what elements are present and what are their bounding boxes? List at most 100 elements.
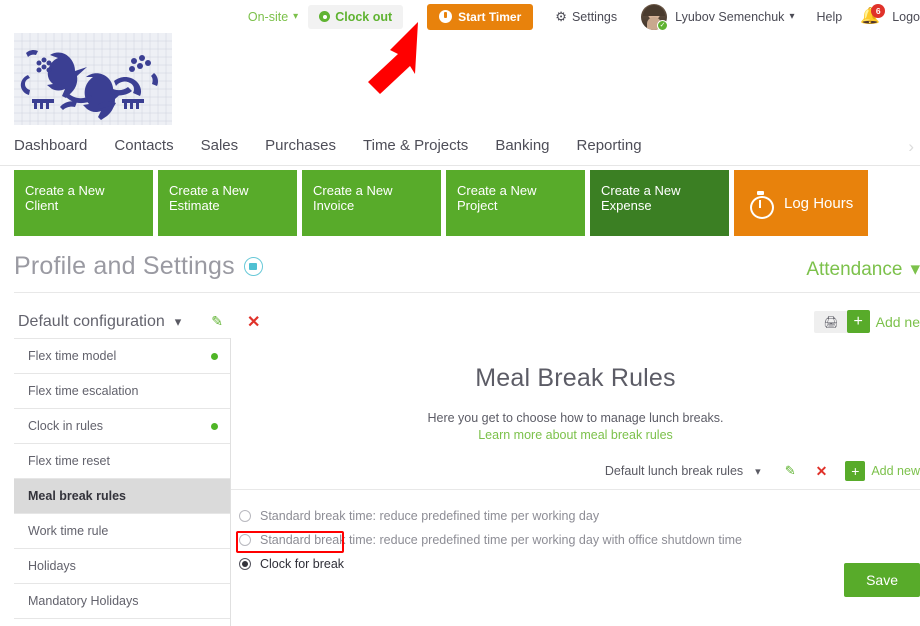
- option-label: Standard break time: reduce predefined t…: [260, 508, 600, 523]
- sidebar-item-label: Flex time model: [28, 349, 117, 363]
- nav-item-banking[interactable]: Banking: [495, 137, 549, 154]
- printer-icon[interactable]: 🖨: [814, 311, 848, 333]
- settings-label: Settings: [571, 9, 618, 24]
- plus-icon[interactable]: +: [845, 461, 866, 481]
- option-standard-break-time[interactable]: Standard break time: reduce predefined t…: [239, 505, 920, 526]
- avatar[interactable]: ✓: [641, 3, 669, 31]
- nav-item-purchases[interactable]: Purchases: [265, 137, 336, 154]
- sidebar-item-flex-time-escalation[interactable]: Flex time escalation: [14, 374, 230, 409]
- ruleset-toolbar: Default lunch break rules ▾ ✎ ✕ + Add ne…: [231, 461, 920, 481]
- radio-icon[interactable]: [239, 509, 251, 522]
- close-icon[interactable]: ✕: [247, 312, 260, 332]
- status-dot-icon: [211, 422, 218, 430]
- add-new-ruleset-label[interactable]: Add new: [871, 464, 920, 478]
- radio-icon[interactable]: [239, 533, 251, 546]
- configuration-toolbar: Default configuration ▾ ✎ ✕ 🖨 + Add ne: [0, 305, 920, 338]
- nav-item-dashboard[interactable]: Dashboard: [14, 137, 87, 154]
- pencil-icon[interactable]: ✎: [211, 313, 223, 330]
- nav-item-contacts[interactable]: Contacts: [114, 137, 173, 154]
- add-new-label: Add ne: [875, 313, 920, 330]
- ruleset-name[interactable]: Default lunch break rules: [605, 464, 743, 478]
- attendance-label: Attendance: [806, 258, 903, 280]
- configuration-name[interactable]: Default configuration: [18, 313, 165, 331]
- nav-item-time-and-projects[interactable]: Time & Projects: [363, 137, 468, 154]
- chevron-down-icon[interactable]: ▾: [755, 465, 761, 478]
- logout-link[interactable]: Logo: [892, 10, 920, 24]
- status-dot-icon: [211, 352, 218, 360]
- plus-icon: +: [846, 310, 870, 333]
- create-new-project-tile[interactable]: Create a New Project: [446, 170, 585, 236]
- option-label: Standard break time: reduce predefined t…: [260, 532, 742, 547]
- stopwatch-icon: [748, 191, 774, 219]
- sidebar-item-mandatory-holidays[interactable]: Mandatory Holidays: [14, 584, 230, 619]
- sidebar-item-label: Flex time reset: [28, 454, 110, 468]
- sidebar-item-flex-time-model[interactable]: Flex time model: [14, 339, 230, 374]
- log-hours-tile[interactable]: Log Hours: [734, 170, 868, 236]
- option-clock-for-break[interactable]: Clock for break: [239, 553, 920, 574]
- sidebar-item-label: Work time rule: [28, 524, 109, 538]
- sidebar-item-label: Holidays: [28, 559, 76, 573]
- cross-stitch-birds-logo-image: [14, 33, 172, 125]
- main-navigation: Dashboard Contacts Sales Purchases Time …: [0, 126, 920, 166]
- sidebar-item-holidays[interactable]: Holidays: [14, 549, 230, 584]
- pencil-icon[interactable]: ✎: [785, 463, 796, 479]
- option-standard-break-time-with-shutdown[interactable]: Standard break time: reduce predefined t…: [239, 529, 920, 550]
- clock-out-button[interactable]: Clock out: [308, 4, 404, 29]
- meal-break-options-group: Standard break time: reduce predefined t…: [231, 505, 920, 574]
- timer-icon: [439, 10, 453, 23]
- sidebar-item-label: Clock in rules: [28, 419, 104, 433]
- chevron-down-icon[interactable]: ▾: [175, 314, 182, 330]
- help-label: Help: [816, 9, 843, 24]
- help-link[interactable]: Help: [816, 10, 842, 24]
- add-new-configuration-button[interactable]: + Add ne: [846, 310, 920, 333]
- top-utility-bar: On-site ▾ Clock out Start Timer ⚙ Settin…: [0, 0, 920, 33]
- close-icon[interactable]: ✕: [816, 463, 828, 480]
- page-title-text: Profile and Settings: [14, 252, 235, 280]
- notifications-button[interactable]: 🔔 6: [860, 3, 886, 27]
- option-label: Clock for break: [260, 556, 345, 571]
- sidebar-item-flex-time-reset[interactable]: Flex time reset: [14, 444, 230, 479]
- company-logo[interactable]: [14, 33, 172, 125]
- sidebar-item-meal-break-rules[interactable]: Meal break rules: [14, 479, 230, 514]
- nav-item-reporting[interactable]: Reporting: [577, 137, 642, 154]
- chevron-down-icon: ▾: [789, 10, 795, 22]
- logout-label: Logo: [892, 9, 920, 24]
- chevron-down-icon: ▾: [293, 10, 299, 22]
- sidebar-item-label: Flex time escalation: [28, 384, 139, 398]
- create-new-estimate-tile[interactable]: Create a New Estimate: [158, 170, 297, 236]
- create-new-expense-tile[interactable]: Create a New Expense: [590, 170, 729, 236]
- panel-description: Here you get to choose how to manage lun…: [427, 411, 724, 425]
- title-divider: [14, 292, 920, 293]
- log-hours-label: Log Hours: [784, 194, 854, 212]
- nav-item-sales[interactable]: Sales: [201, 137, 239, 154]
- sidebar-item-work-time-rule[interactable]: Work time rule: [14, 514, 230, 549]
- page-title: Profile and Settings: [14, 252, 263, 281]
- quick-action-tiles: Create a New Client Create a New Estimat…: [14, 170, 868, 236]
- create-new-invoice-tile[interactable]: Create a New Invoice: [302, 170, 441, 236]
- user-menu[interactable]: Lyubov Semenchuk ▾: [675, 10, 794, 24]
- start-timer-button[interactable]: Start Timer: [427, 3, 534, 30]
- save-button[interactable]: Save: [844, 563, 920, 597]
- settings-button[interactable]: ⚙ Settings: [555, 9, 617, 25]
- clock-out-icon: [319, 11, 331, 22]
- chevron-right-icon[interactable]: ›: [908, 137, 914, 157]
- online-status-badge: ✓: [657, 19, 669, 31]
- sidebar-item-label: Mandatory Holidays: [28, 594, 139, 608]
- chevron-down-icon: ▾: [910, 259, 920, 280]
- section-selector-attendance[interactable]: Attendance ▾: [806, 258, 920, 281]
- learn-more-link[interactable]: Learn more about meal break rules: [231, 428, 920, 442]
- panel-heading: Meal Break Rules: [475, 364, 676, 392]
- settings-sidebar: Flex time model Flex time escalation Clo…: [14, 338, 230, 619]
- radio-icon-selected[interactable]: [239, 557, 251, 570]
- video-icon[interactable]: [243, 257, 263, 276]
- meal-break-rules-panel: Meal Break Rules Here you get to choose …: [231, 338, 920, 626]
- sidebar-item-label: Meal break rules: [28, 489, 126, 503]
- ruleset-divider: [231, 489, 920, 490]
- create-new-client-tile[interactable]: Create a New Client: [14, 170, 153, 236]
- gear-icon: ⚙: [555, 8, 567, 24]
- user-name-label: Lyubov Semenchuk: [675, 9, 785, 24]
- notification-count-badge: 6: [871, 3, 886, 18]
- onsite-selector[interactable]: On-site ▾: [248, 10, 298, 24]
- sidebar-item-clock-in-rules[interactable]: Clock in rules: [14, 409, 230, 444]
- app-window: On-site ▾ Clock out Start Timer ⚙ Settin…: [0, 0, 920, 626]
